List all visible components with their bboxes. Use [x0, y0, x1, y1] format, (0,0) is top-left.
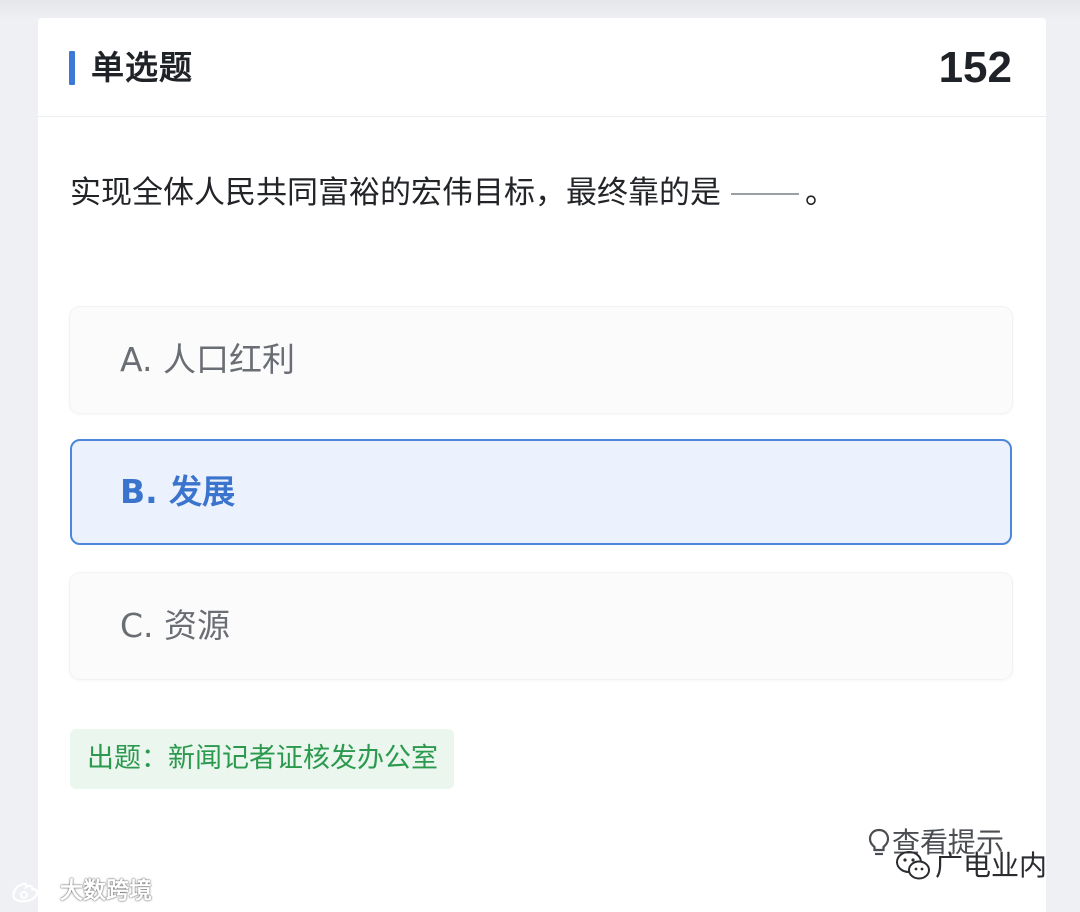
card-header: 单选题 152	[38, 18, 1046, 117]
option-a[interactable]: A. 人口红利	[70, 307, 1012, 413]
question-number: 152	[938, 43, 1012, 92]
option-c[interactable]: C. 资源	[70, 573, 1012, 679]
question-stem: 实现全体人民共同富裕的宏伟目标，最终靠的是 。	[70, 170, 836, 216]
watermark-left-text: 大数跨境	[60, 878, 152, 904]
answer-blank	[731, 193, 799, 195]
option-b-label: B. 发展	[120, 472, 236, 511]
question-end-punct: 。	[805, 175, 836, 211]
question-source-tag: 出题：新闻记者证核发办公室	[70, 729, 454, 789]
question-card: 单选题 152 实现全体人民共同富裕的宏伟目标，最终靠的是 。 A. 人口红利 B…	[38, 18, 1046, 912]
question-text: 实现全体人民共同富裕的宏伟目标，最终靠的是	[70, 175, 721, 211]
option-b-selected[interactable]: B. 发展	[70, 439, 1012, 545]
header-accent-bar	[69, 51, 75, 85]
watermark-right: 广电业内	[895, 846, 1047, 886]
option-c-label: C. 资源	[120, 606, 231, 645]
top-shadow	[0, 0, 1080, 20]
weibo-logo-icon	[12, 880, 52, 903]
option-a-label: A. 人口红利	[120, 340, 295, 379]
watermark-left: 大数跨境	[10, 874, 152, 908]
watermark-right-text: 广电业内	[935, 849, 1048, 882]
question-type-title: 单选题	[91, 48, 193, 87]
wechat-icon	[896, 851, 930, 880]
lightbulb-icon	[868, 828, 890, 856]
